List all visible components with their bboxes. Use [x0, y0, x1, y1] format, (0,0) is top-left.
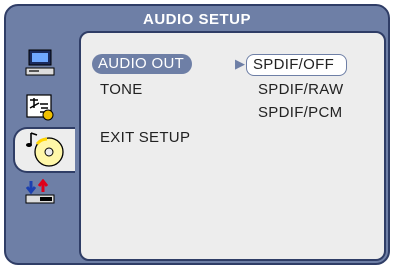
- menu-item-tone[interactable]: TONE: [100, 80, 143, 100]
- menu-item-audio-out[interactable]: AUDIO OUT: [92, 54, 193, 74]
- sidebar-item-preferences[interactable]: [19, 174, 61, 212]
- language-icon: [26, 94, 54, 121]
- option-spdif-pcm[interactable]: SPDIF/PCM: [258, 103, 342, 123]
- sidebar-item-audio[interactable]: [13, 127, 75, 173]
- page-title: AUDIO SETUP: [142, 11, 251, 28]
- sidebar-item-general[interactable]: [19, 44, 61, 82]
- menu-item-exit-setup[interactable]: EXIT SETUP: [100, 128, 190, 148]
- option-spdif-raw[interactable]: SPDIF/RAW: [258, 80, 343, 100]
- option-spdif-off[interactable]: SPDIF/OFF: [246, 54, 348, 76]
- setup-window: AUDIO SETUP AUDIO OUT TONE EXIT SETUP ▶ …: [4, 4, 390, 265]
- monitor-icon: [25, 49, 55, 76]
- audio-disc-icon: [26, 132, 64, 167]
- arrow-right-icon: ▶: [235, 56, 245, 71]
- preferences-icon: [25, 179, 55, 204]
- sidebar-item-language[interactable]: [19, 88, 61, 126]
